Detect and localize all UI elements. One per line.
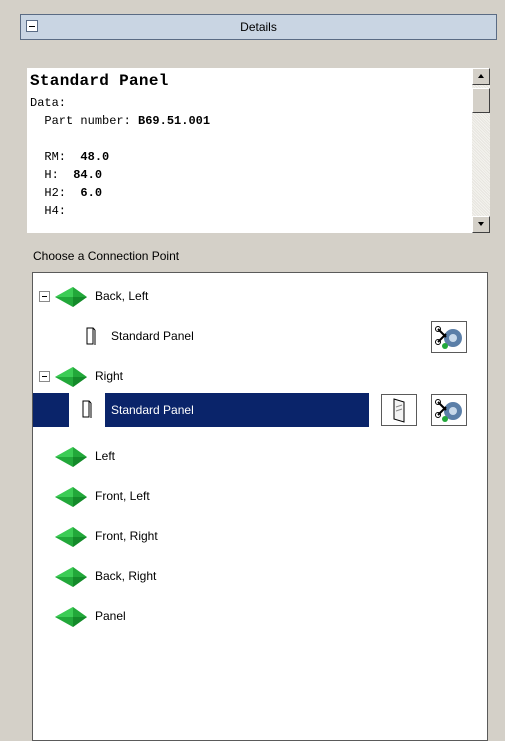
connection-point-label: Choose a Connection Point: [33, 249, 180, 263]
part-number-line: Part number: B69.51.001: [30, 112, 466, 130]
tree-item-left[interactable]: Left: [33, 441, 483, 473]
connection-point-icon: [55, 287, 87, 307]
scroll-down-button[interactable]: [472, 216, 490, 233]
panel-icon: [86, 327, 96, 345]
arrow-up-icon: [478, 74, 484, 78]
connection-point-icon: [55, 487, 87, 507]
details-heading: Standard Panel: [30, 72, 169, 90]
tree-item-front-right[interactable]: Front, Right: [33, 521, 483, 553]
panel-icon: [82, 400, 92, 418]
connection-point-icon: [55, 607, 87, 627]
param-row: H4:: [44, 204, 67, 218]
scroll-thumb[interactable]: [472, 88, 490, 113]
tree-item-panel[interactable]: Panel: [33, 601, 483, 633]
tree-item-back-right[interactable]: Back, Right: [33, 561, 483, 593]
connection-point-icon: [55, 567, 87, 587]
arrow-down-icon: [478, 222, 484, 226]
details-scrollbar[interactable]: [472, 68, 490, 233]
disconnect-button[interactable]: [431, 394, 467, 426]
edit-panel-button[interactable]: [381, 394, 417, 426]
connection-point-icon: [55, 527, 87, 547]
part-number-value: B69.51.001: [138, 114, 211, 128]
param-row: H: 84.0: [44, 168, 103, 182]
connection-point-icon: [55, 447, 87, 467]
details-title: Details: [240, 20, 277, 34]
details-textbox[interactable]: Standard Panel Data: Part number: B69.51…: [27, 68, 490, 233]
disconnect-gear-icon: [435, 399, 462, 422]
collapse-icon[interactable]: [39, 371, 50, 382]
panel-edit-icon: [393, 398, 405, 423]
connection-point-icon: [55, 367, 87, 387]
tree-item-selected-standard-panel[interactable]: Standard Panel: [33, 393, 369, 427]
tree-item-standard-panel[interactable]: Standard Panel: [33, 321, 483, 353]
param-row: RM: 48.0: [44, 150, 110, 164]
tree-item-back-left[interactable]: Back, Left: [33, 281, 483, 313]
part-number-label: Part number:: [44, 114, 131, 128]
tree-item-right[interactable]: Right: [33, 361, 483, 393]
tree-item-front-left[interactable]: Front, Left: [33, 481, 483, 513]
scroll-up-button[interactable]: [472, 68, 490, 85]
param-row: H2: 6.0: [44, 186, 103, 200]
connection-point-tree[interactable]: Back, Left Standard Panel Right Standard…: [32, 272, 488, 741]
disconnect-gear-icon: [435, 326, 462, 349]
collapse-icon[interactable]: [39, 291, 50, 302]
disconnect-button[interactable]: [431, 321, 467, 353]
details-header: Details: [20, 14, 497, 40]
data-label: Data:: [30, 96, 67, 110]
